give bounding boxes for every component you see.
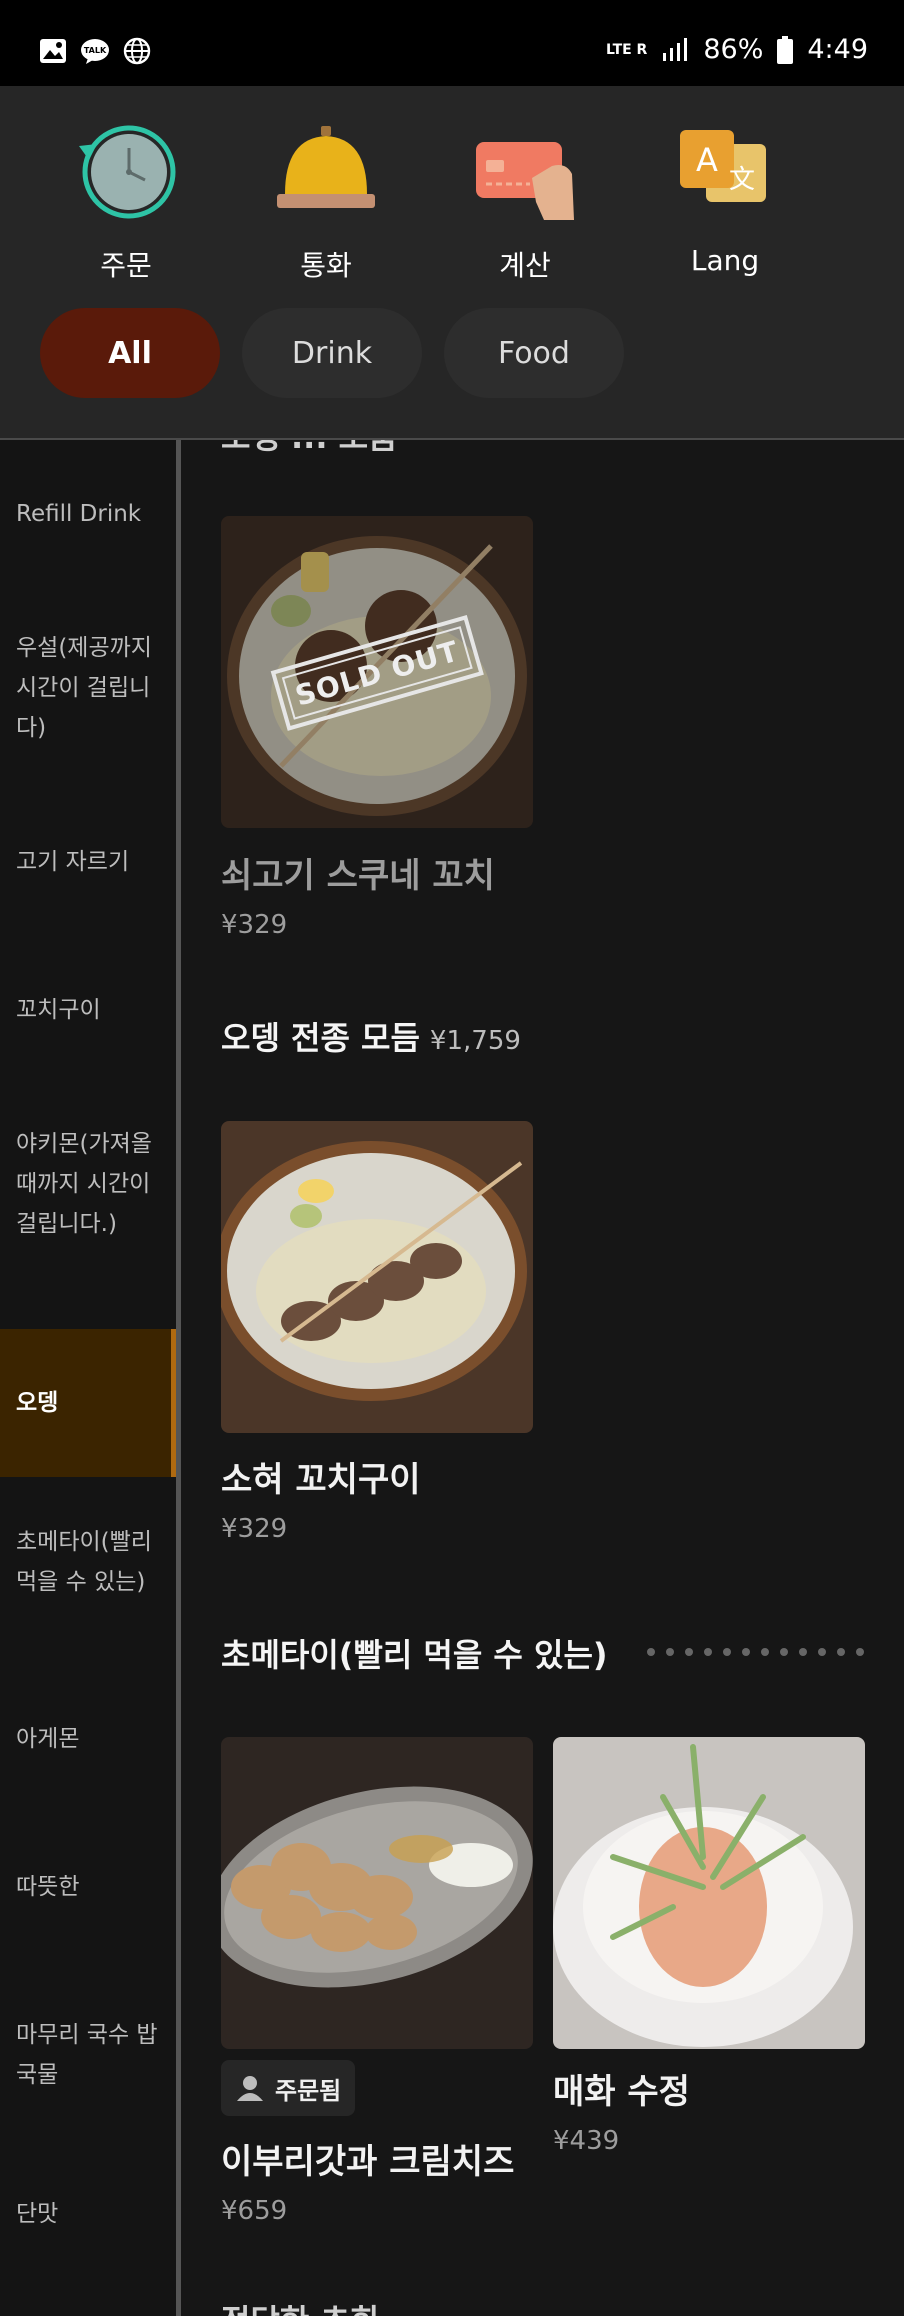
menu-item-image[interactable] (553, 1737, 865, 2049)
battery-icon (777, 35, 794, 64)
talk-icon: TALK (81, 39, 109, 64)
bill-button[interactable]: 계산 (445, 116, 605, 286)
order-history-button[interactable]: 주문 (46, 116, 206, 286)
menu-item-name[interactable]: 매화 수정 (553, 2064, 690, 2113)
filter-all[interactable]: All (40, 308, 220, 398)
notification-icons: TALK (38, 36, 152, 66)
category-filters: All Drink Food (40, 308, 624, 398)
status-indicators: LTE R 86% 4:49 (606, 34, 868, 65)
menu-item-name[interactable]: 이부리갓과 크림치즈 (221, 2134, 514, 2183)
translate-icon: A 文 (680, 130, 766, 202)
credit-card-icon (476, 142, 574, 220)
sidebar-item-fried[interactable]: 아게몬 (0, 1665, 176, 1813)
sidebar-item-quick-dishes[interactable]: 초메타이(빨리 먹을 수 있는) (0, 1477, 176, 1647)
menu-item-price: ¥659 (221, 2196, 288, 2226)
menu-item-name[interactable]: 쇠고기 스쿠네 꼬치 (221, 848, 495, 897)
svg-text:A: A (696, 141, 718, 179)
filter-drink[interactable]: Drink (242, 308, 422, 398)
sidebar-item-yakimono[interactable]: 야키몬(가져올 때까지 시간이 걸립니다.) (0, 1084, 176, 1284)
menu-item-name[interactable]: 소혀 꼬치구이 (221, 1452, 421, 1501)
section-price: ¥1,759 (429, 1026, 521, 1056)
globe-icon (123, 37, 151, 65)
menu-item-price: ¥329 (221, 910, 288, 940)
sidebar-item-meat-cut[interactable]: 고기 자르기 (0, 788, 176, 936)
sidebar-item-warm[interactable]: 따뜻한 (0, 1813, 176, 1961)
sidebar-item-dessert[interactable]: 단맛 (0, 2140, 176, 2288)
svg-text:文: 文 (729, 165, 755, 195)
signal-icon (663, 37, 688, 61)
menu-item-image[interactable] (221, 1737, 533, 2049)
language-button[interactable]: A 文 Lang (645, 116, 805, 286)
sidebar-item-beef-tongue[interactable]: 우설(제공까지 시간이 걸립니다) (0, 588, 176, 788)
menu-item-image[interactable] (221, 1121, 533, 1433)
menu-item-image[interactable]: SOLD OUT (221, 516, 533, 828)
orderer-label: 주문됨 (275, 2076, 342, 2105)
bill-label: 계산 (499, 249, 551, 282)
orderer-badge: 주문됨 (221, 2060, 356, 2116)
menu-item-price: ¥329 (221, 1514, 288, 1544)
sidebar-item-finisher[interactable]: 마무리 국수 밥 국물 (0, 1970, 176, 2140)
call-label: 통화 (300, 249, 352, 282)
filter-food[interactable]: Food (444, 308, 624, 398)
user-icon (237, 2076, 263, 2101)
menu-content: 오뎅 ... 모둠 SOLD OUT 쇠고기 스쿠네 꼬치 ¥329 오뎅 전종… (181, 440, 904, 2316)
svg-text:TALK: TALK (84, 46, 107, 55)
order-label: 주문 (100, 249, 152, 282)
section-title-quick-dishes: 초메타이(빨리 먹을 수 있는) (221, 1636, 608, 1674)
section-title-oden: 오뎅 전종 모듬 ¥1,759 (221, 1013, 521, 1059)
section-divider-dots (647, 1648, 864, 1656)
gallery-icon (40, 39, 66, 63)
lang-label: Lang (690, 244, 760, 277)
category-sidebar: Refill Drink 우설(제공까지 시간이 걸립니다) 고기 자르기 꼬치… (0, 440, 176, 2316)
sidebar-item-refill-drink[interactable]: Refill Drink (0, 440, 176, 588)
battery-percent: 86% (703, 34, 764, 65)
clock: 4:49 (807, 34, 868, 65)
partial-section-title: 오뎅 ... 모둠 (221, 440, 398, 458)
sidebar-item-oden[interactable]: 오뎅 (0, 1329, 176, 1477)
sidebar-item-skewers[interactable]: 꼬치구이 (0, 936, 176, 1084)
service-bell-icon (277, 126, 375, 208)
call-staff-button[interactable]: 통화 (246, 116, 406, 286)
network-label: LTE R (605, 41, 648, 58)
clock-history-icon (79, 125, 176, 219)
status-bar: TALK LTE R 86% 4:49 (0, 0, 904, 86)
partial-section-title: 적당한 초회 (221, 2296, 379, 2316)
section-title-text: 오뎅 전종 모듬 (221, 1019, 420, 1057)
menu-item-price: ¥439 (553, 2126, 620, 2156)
top-nav: 주문 통화 계산 A 文 Lang All Drink Food (0, 86, 904, 440)
